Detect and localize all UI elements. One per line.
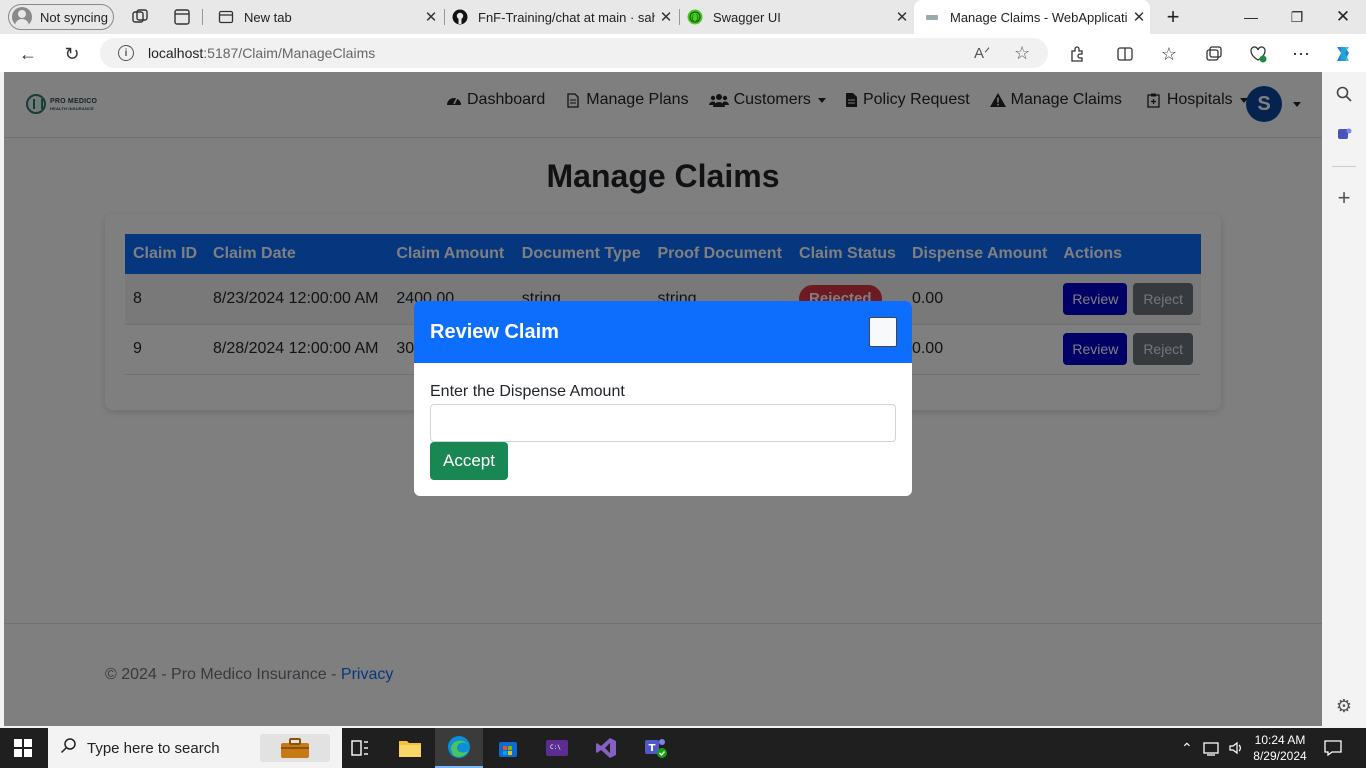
page-viewport: PRO MEDICO HEALTH INSURANCE Dashboard Ma… — [4, 72, 1322, 726]
url-path: :5187/Claim/ManageClaims — [203, 45, 376, 61]
svg-text:C:\: C:\ — [550, 744, 561, 751]
svg-text:{}: {} — [691, 14, 700, 22]
tab-manage-claims[interactable]: Manage Claims - WebApplication ✕ — [914, 0, 1150, 34]
close-window-button[interactable]: ✕ — [1320, 0, 1366, 34]
task-view-icon[interactable] — [336, 728, 384, 768]
notifications-icon[interactable] — [1324, 728, 1342, 768]
windows-start-icon[interactable] — [14, 739, 32, 757]
visual-studio-icon[interactable] — [582, 728, 630, 768]
search-highlight-icon[interactable] — [260, 734, 330, 762]
show-hidden-icons[interactable]: ⌃ — [1181, 728, 1193, 768]
close-tab-icon[interactable]: ✕ — [420, 8, 442, 26]
profile-label: Not syncing — [40, 9, 108, 25]
swagger-icon: {} — [687, 9, 703, 25]
svg-text:T: T — [649, 743, 656, 754]
tab-github[interactable]: FnF-Training/chat at main · sahil5 ✕ — [442, 0, 677, 34]
settings-gear-icon[interactable]: ⚙ — [1334, 696, 1354, 716]
tab-title: Manage Claims - WebApplication — [950, 9, 1128, 25]
edge-browser-icon[interactable] — [435, 728, 483, 768]
taskbar-search[interactable]: Type here to search — [48, 728, 342, 768]
github-icon — [452, 9, 468, 25]
tab-title: New tab — [244, 9, 292, 25]
url-field[interactable]: i localhost:5187/Claim/ManageClaims Aᐟ ☆ — [100, 38, 1048, 68]
page-favicon — [926, 15, 938, 20]
search-icon[interactable] — [1334, 84, 1354, 104]
network-icon[interactable] — [1203, 728, 1221, 768]
search-icon — [60, 737, 77, 759]
tab-swagger[interactable]: {} Swagger UI ✕ — [677, 0, 913, 34]
back-icon[interactable]: ← — [17, 43, 39, 65]
extensions-icon[interactable] — [1066, 43, 1088, 65]
teams-app-icon[interactable]: T — [632, 728, 680, 768]
read-aloud-icon[interactable]: Aᐟ — [974, 38, 990, 68]
split-screen-icon[interactable] — [1114, 43, 1136, 65]
tab-title: Swagger UI — [713, 9, 781, 25]
modal-title: Review Claim — [430, 320, 559, 343]
file-explorer-icon[interactable] — [386, 728, 434, 768]
collections-icon[interactable] — [1203, 43, 1225, 65]
accept-button[interactable]: Accept — [430, 442, 508, 480]
new-tab-button[interactable]: + — [1150, 0, 1196, 34]
profile-button[interactable]: Not syncing — [8, 4, 114, 30]
url-host: localhost — [148, 45, 204, 61]
edge-sidebar: + ⚙ — [1322, 72, 1366, 726]
clock-date: 8/29/2024 — [1253, 749, 1307, 763]
modal-close-button[interactable] — [869, 317, 897, 347]
site-info-icon[interactable]: i — [118, 45, 134, 61]
dispense-amount-label: Enter the Dispense Amount — [430, 383, 625, 400]
modal-header: Review Claim — [414, 301, 912, 363]
windows-taskbar: Type here to search C:\ T ⌃ 10:24 AM 8/2… — [0, 728, 1366, 768]
dispense-amount-input[interactable] — [430, 404, 896, 442]
add-sidebar-app-icon[interactable]: + — [1334, 185, 1354, 210]
volume-icon[interactable] — [1228, 728, 1244, 768]
refresh-icon[interactable]: ↻ — [61, 43, 83, 65]
terminal-app-icon[interactable]: C:\ — [533, 728, 581, 768]
clock-time: 10:24 AM — [1254, 733, 1306, 747]
close-tab-icon[interactable]: ✕ — [1128, 8, 1150, 26]
favorite-star-icon[interactable]: ☆ — [1014, 38, 1030, 68]
tab-new-tab[interactable]: New tab ✕ — [208, 0, 442, 34]
teams-icon[interactable] — [1334, 124, 1354, 144]
address-bar-row: ← ↻ i localhost:5187/Claim/ManageClaims … — [0, 34, 1366, 72]
profile-icon — [12, 7, 32, 27]
workspaces-icon[interactable] — [131, 8, 149, 26]
new-tab-icon — [218, 10, 234, 24]
microsoft-store-icon[interactable] — [484, 728, 532, 768]
browser-essentials-icon[interactable] — [1247, 43, 1269, 65]
more-menu-icon[interactable]: ⋯ — [1290, 43, 1312, 65]
vertical-tabs-icon[interactable] — [173, 8, 191, 26]
close-tab-icon[interactable]: ✕ — [891, 8, 913, 26]
minimize-button[interactable]: — — [1228, 0, 1274, 34]
taskbar-clock[interactable]: 10:24 AM 8/29/2024 — [1248, 732, 1312, 764]
review-claim-modal: Review Claim Enter the Dispense Amount A… — [414, 301, 912, 496]
restore-button[interactable]: ❐ — [1274, 0, 1320, 34]
browser-tab-strip: Not syncing New tab ✕ FnF-Training/chat … — [0, 0, 1366, 34]
search-placeholder: Type here to search — [87, 739, 220, 757]
tab-title: FnF-Training/chat at main · sahil5 — [478, 9, 655, 25]
modal-body: Enter the Dispense Amount Accept — [414, 363, 912, 480]
copilot-icon[interactable] — [1332, 43, 1354, 65]
close-tab-icon[interactable]: ✕ — [655, 8, 677, 26]
favorites-icon[interactable]: ☆ — [1158, 43, 1180, 65]
